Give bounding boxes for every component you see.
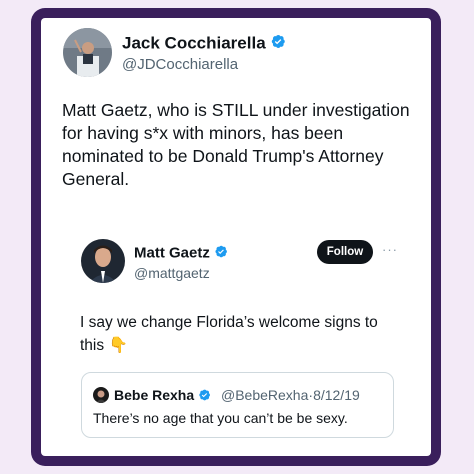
tweet-author-handle[interactable]: @JDCocchiarella	[122, 56, 238, 73]
tweet-body: Matt Gaetz, who is STILL under investiga…	[62, 100, 410, 189]
matt-gaetz-avatar[interactable]	[81, 239, 125, 283]
reply-body: I say we change Florida’s welcome signs …	[80, 311, 400, 357]
tweet-screenshot-card: Jack Cocchiarella @JDCocchiarella Matt G…	[41, 18, 431, 456]
tweet-author-name[interactable]: Jack Cocchiarella	[122, 33, 286, 55]
more-options-icon[interactable]: ···	[382, 242, 398, 257]
quoted-body: There’s no age that you can’t be be sexy…	[93, 410, 348, 426]
reply-author-name[interactable]: Matt Gaetz	[134, 244, 228, 263]
reply-author-name-text: Matt Gaetz	[134, 244, 210, 262]
bebe-rexha-avatar	[93, 387, 109, 403]
jack-cocchiarella-avatar[interactable]	[63, 28, 112, 77]
verified-badge-icon	[213, 244, 228, 263]
follow-button[interactable]: Follow	[317, 240, 373, 264]
quoted-date: 8/12/19	[313, 387, 360, 403]
pointing-down-emoji-icon: 👇	[108, 337, 128, 354]
quoted-tweet[interactable]: Bebe Rexha @BebeRexha·8/12/19 There’s no…	[81, 372, 394, 438]
quoted-author-meta: @BebeRexha·8/12/19	[221, 387, 360, 403]
quoted-author-name: Bebe Rexha	[114, 387, 211, 405]
reply-author-handle[interactable]: @mattgaetz	[134, 265, 210, 281]
quoted-author-name-text: Bebe Rexha	[114, 387, 195, 403]
verified-badge-icon	[269, 33, 286, 55]
tweet-author-name-text: Jack Cocchiarella	[122, 33, 266, 53]
quoted-author-handle: @BebeRexha	[221, 387, 309, 403]
verified-badge-icon	[197, 388, 211, 405]
